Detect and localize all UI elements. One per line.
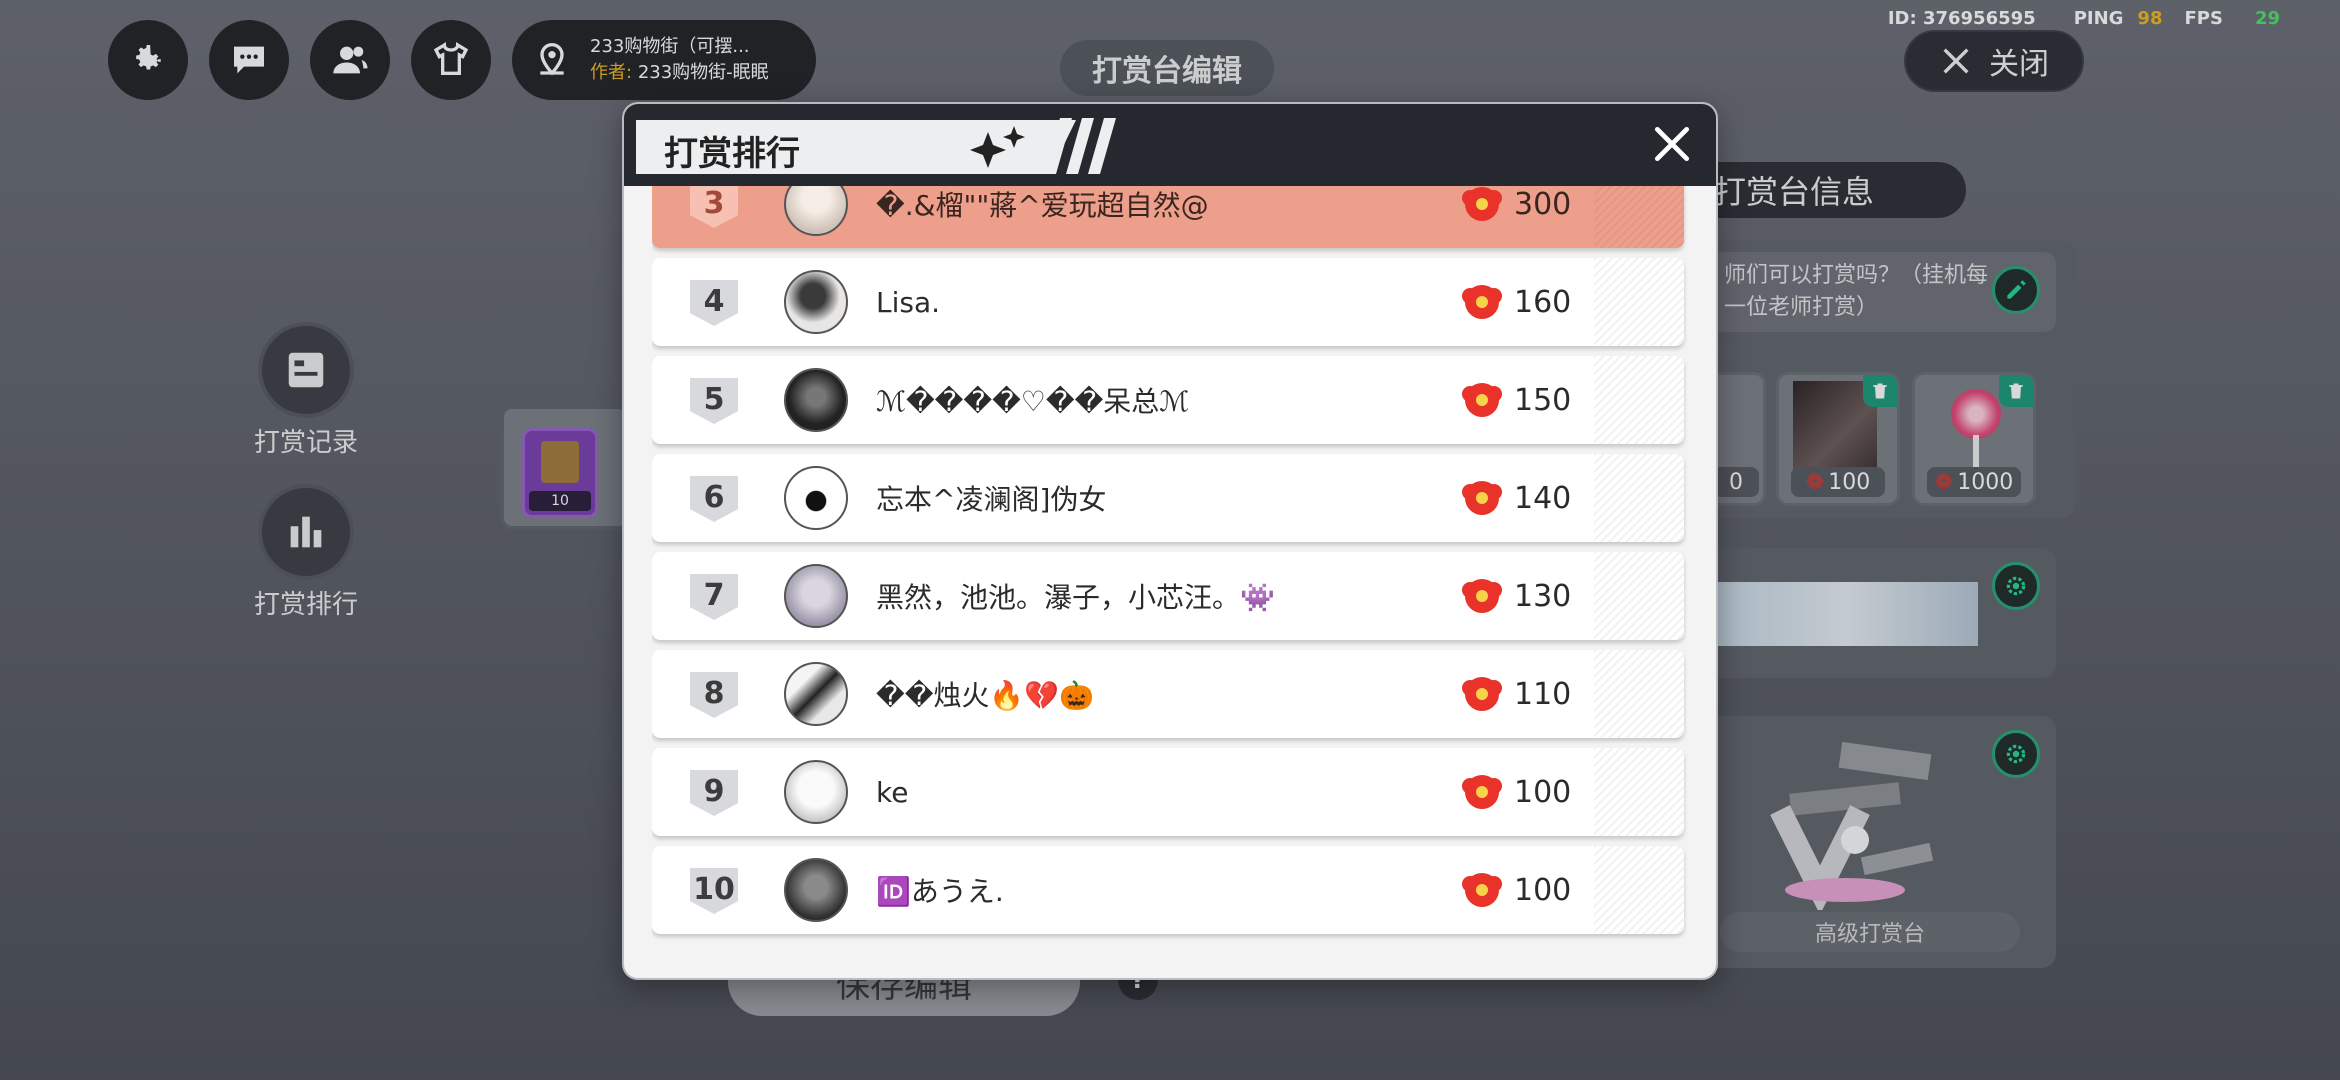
player-name: 忘本^凌澜阁]伪女 <box>876 483 1107 516</box>
ranking-row[interactable]: 6 忘本^凌澜阁]伪女 140 <box>652 454 1684 542</box>
player-name: Lisa. <box>876 285 941 319</box>
ranking-row[interactable]: 4 Lisa. 160 <box>652 258 1684 346</box>
reward-amount: 110 <box>1514 676 1572 712</box>
rank-badge: 4 <box>690 280 738 326</box>
flower-currency-icon <box>1462 187 1502 221</box>
flower-currency-icon <box>1462 775 1502 809</box>
reward-amount: 130 <box>1514 578 1572 614</box>
avatar <box>784 466 848 530</box>
close-icon[interactable] <box>1650 122 1694 166</box>
rank-badge: 3 <box>690 186 738 228</box>
ranking-row[interactable]: 10 🆔あうえ. 100 <box>652 846 1684 934</box>
player-name: ℳ����♡��呆总ℳ <box>876 385 1190 418</box>
sparkle-icon <box>970 126 1025 168</box>
avatar <box>784 186 848 236</box>
avatar <box>784 858 848 922</box>
modal-header: 打赏排行 <box>624 104 1716 186</box>
player-name: 黑然，池池。瀑子，小芯汪。👾 <box>876 581 1275 614</box>
flower-currency-icon <box>1462 677 1502 711</box>
slash-decoration <box>1044 118 1116 174</box>
reward-amount: 100 <box>1514 774 1572 810</box>
ranking-row[interactable]: 5 ℳ����♡��呆总ℳ 150 <box>652 356 1684 444</box>
flower-currency-icon <box>1462 579 1502 613</box>
ranking-row[interactable]: 9 ke 100 <box>652 748 1684 836</box>
player-name: 🆔あうえ. <box>876 875 1004 908</box>
reward-amount: 300 <box>1514 186 1572 222</box>
ranking-row[interactable]: 3 �.&榴""蔣^爱玩超自然@ 300 <box>652 186 1684 248</box>
rank-badge: 9 <box>690 770 738 816</box>
rank-badge: 6 <box>690 476 738 522</box>
avatar <box>784 564 848 628</box>
reward-amount: 160 <box>1514 284 1572 320</box>
flower-currency-icon <box>1462 383 1502 417</box>
avatar <box>784 760 848 824</box>
reward-amount: 150 <box>1514 382 1572 418</box>
flower-currency-icon <box>1462 285 1502 319</box>
avatar <box>784 270 848 334</box>
player-name: ��烛火🔥💔🎃 <box>876 679 1095 712</box>
flower-currency-icon <box>1462 873 1502 907</box>
player-name: �.&榴""蔣^爱玩超自然@ <box>876 189 1209 222</box>
ranking-row[interactable]: 8 ��烛火🔥💔🎃 110 <box>652 650 1684 738</box>
ranking-row[interactable]: 7 黑然，池池。瀑子，小芯汪。👾 130 <box>652 552 1684 640</box>
reward-amount: 100 <box>1514 872 1572 908</box>
reward-amount: 140 <box>1514 480 1572 516</box>
rank-badge: 8 <box>690 672 738 718</box>
avatar <box>784 662 848 726</box>
rank-badge: 5 <box>690 378 738 424</box>
ranking-modal: 打赏排行 3 �.&榴""蔣^爱玩超自然@ 300 4 Lisa. 160 5 <box>622 102 1718 980</box>
flower-currency-icon <box>1462 481 1502 515</box>
player-name: ke <box>876 775 909 809</box>
avatar <box>784 368 848 432</box>
rank-badge: 7 <box>690 574 738 620</box>
modal-title: 打赏排行 <box>664 134 800 174</box>
ranking-list[interactable]: 3 �.&榴""蔣^爱玩超自然@ 300 4 Lisa. 160 5 ℳ����… <box>652 186 1688 976</box>
rank-badge: 10 <box>690 868 738 914</box>
